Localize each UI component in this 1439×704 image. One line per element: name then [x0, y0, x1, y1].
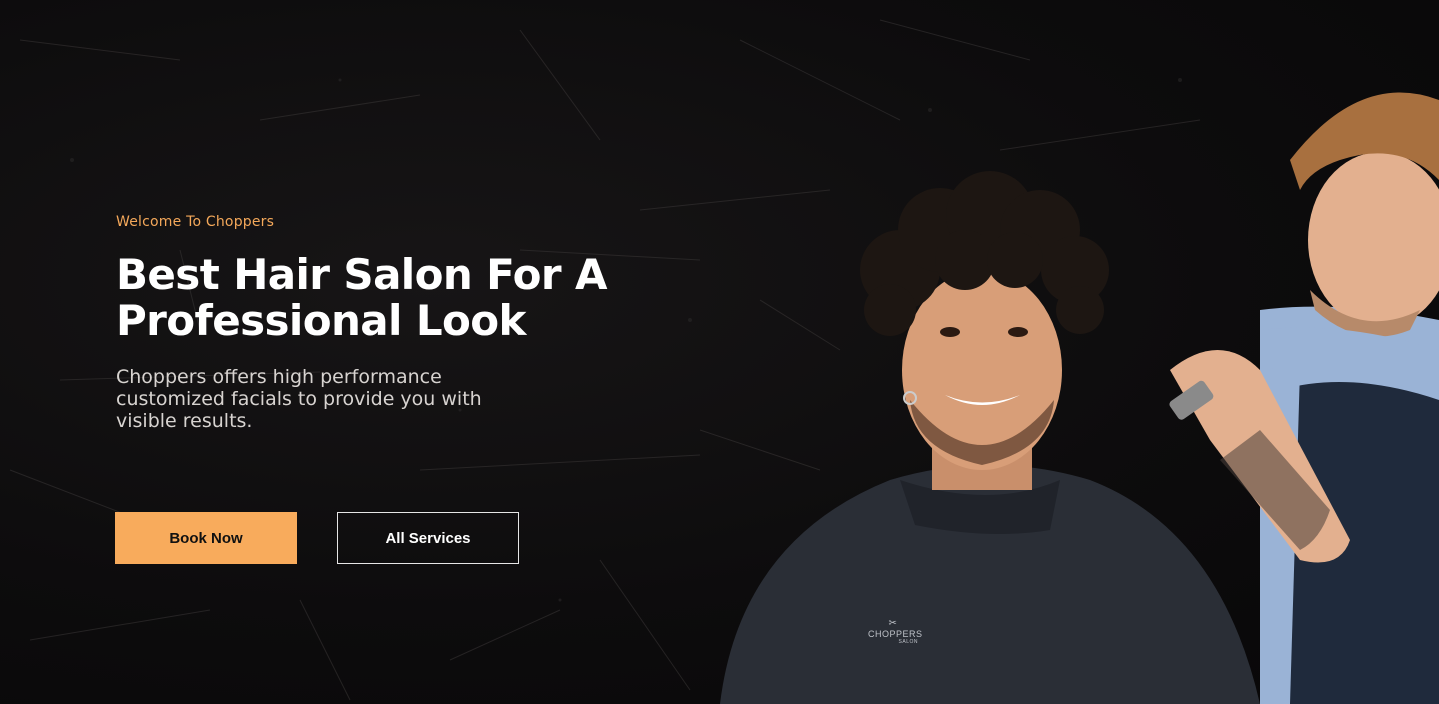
cape-logo: ✂ CHOPPERS SALON — [868, 618, 923, 645]
all-services-button[interactable]: All Services — [337, 512, 519, 564]
book-now-button[interactable]: Book Now — [115, 512, 297, 564]
hero-section: ✂ CHOPPERS SALON Welcome To Choppers Bes… — [0, 0, 1439, 704]
barber-cutting-hair-illustration — [720, 92, 1439, 704]
book-now-label: Book Now — [169, 529, 243, 547]
all-services-label: All Services — [385, 529, 471, 547]
scissors-logo-icon: ✂ — [888, 618, 898, 629]
welcome-tagline: Welcome To Choppers — [116, 214, 275, 230]
hero-description: Choppers offers high performance customi… — [116, 366, 482, 432]
page-title: Best Hair Salon For A Professional Look — [116, 250, 607, 345]
